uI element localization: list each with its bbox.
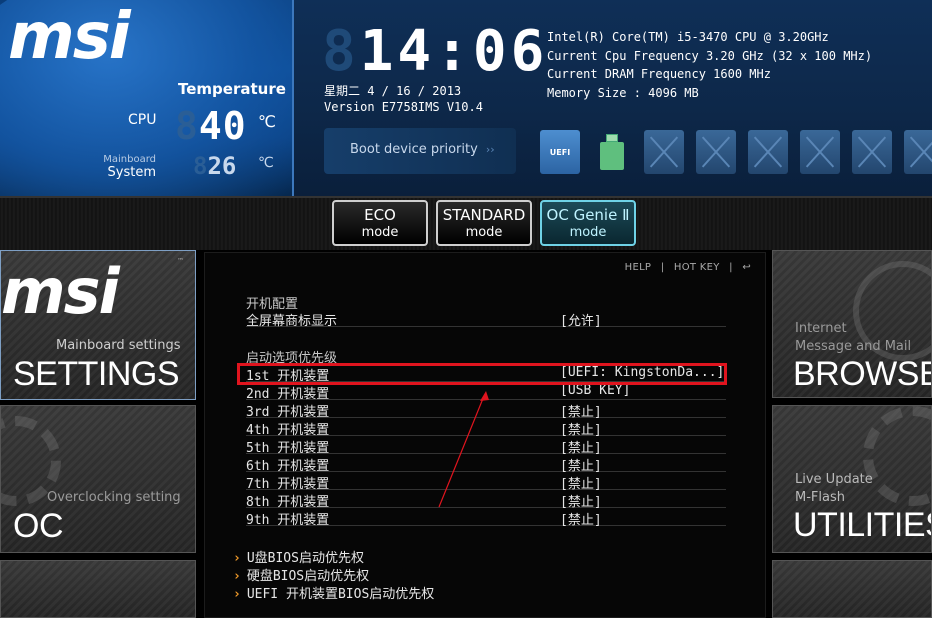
row-label: 6th 开机装置 [246,459,330,474]
help-link[interactable]: HELP [625,262,652,273]
clock-date: 星期二 4 / 16 / 2013 [324,84,462,98]
utilities-subtitle-1: Live Update [795,472,873,487]
boot-device-usb[interactable] [592,130,632,174]
usb-bios-priority-link[interactable]: › U盘BIOS启动优先权 [233,547,364,566]
help-bar: HELP | HOT KEY | ↩ [619,262,751,273]
browser-tile[interactable]: Internet Message and Mail BROWSER [772,250,932,398]
back-icon[interactable]: ↩ [742,262,751,273]
system-temp-value: 826 [193,152,237,180]
boot-device-empty[interactable] [800,130,840,174]
row-label: 全屏幕商标显示 [246,314,338,329]
row-value: [禁止] [560,441,602,456]
standard-mode-button[interactable]: STANDARD mode [436,200,532,246]
boot-device-bar: UEFI [540,130,932,174]
msi-logo: msi [8,0,131,74]
row-value: [USB KEY] [560,383,631,398]
cpu-temp-value: 840 [175,104,247,148]
chevron-right-icon: › [233,551,241,566]
hdd-bios-priority-link[interactable]: › 硬盘BIOS启动优先权 [233,565,369,584]
uefi-bios-priority-link[interactable]: › UEFI 开机装置BIOS启动优先权 [233,583,434,602]
row-label: 4th 开机装置 [246,423,330,438]
row-value: [禁止] [560,423,602,438]
boot-option-row[interactable]: 8th 开机装置 [禁止] [246,491,726,510]
settings-content-panel: HELP | HOT KEY | ↩ 开机配置 全屏幕商标显示 [允许] 启动选… [204,252,766,618]
bottom-right-tile[interactable] [772,560,932,618]
fullscreen-logo-row[interactable]: 全屏幕商标显示 [允许] [246,310,726,329]
system-temp-label: System [107,165,156,180]
cpu-temp-unit: ℃ [258,112,276,131]
row-value: [允许] [560,314,602,329]
boot-device-empty[interactable] [852,130,892,174]
trademark-mark: ™ [177,257,184,265]
row-value: [禁止] [560,405,602,420]
boot-option-row[interactable]: 2nd 开机装置 [USB KEY] [246,383,726,402]
system-temp-unit: ℃ [258,155,274,171]
row-label: 7th 开机装置 [246,477,330,492]
boot-device-empty[interactable] [644,130,684,174]
boot-option-row[interactable]: 5th 开机装置 [禁止] [246,437,726,456]
selection-highlight [237,363,727,385]
browser-subtitle-2: Message and Mail [795,339,912,354]
hotkey-link[interactable]: HOT KEY [674,262,720,273]
cpu-temp-label: CPU [128,112,157,128]
row-value: [禁止] [560,513,602,528]
boot-priority-arrows: ›› [485,143,495,156]
mode-bar: ECO mode STANDARD mode OC Genie Ⅱmode [0,196,932,250]
boot-device-empty[interactable] [748,130,788,174]
chevron-right-icon: › [233,587,241,602]
boot-device-uefi[interactable]: UEFI [540,130,580,174]
system-info: Intel(R) Core(TM) i5-3470 CPU @ 3.20GHz … [547,28,872,102]
oc-genie-mode-button[interactable]: OC Genie Ⅱmode [540,200,636,246]
settings-title: SETTINGS [13,355,180,393]
help-separator: | [729,262,733,273]
browser-title: BROWSER [793,355,931,393]
settings-subtitle: Mainboard settings [56,338,181,353]
bios-version: Version E7758IMS V10.4 [324,100,483,114]
row-label: 2nd 开机装置 [246,387,330,402]
boot-device-empty[interactable] [904,130,932,174]
oc-tile[interactable]: Overclocking setting OC [0,405,196,553]
boot-option-row[interactable]: 6th 开机装置 [禁止] [246,455,726,474]
temperature-title: Temperature [178,80,286,98]
boot-option-row[interactable]: 4th 开机装置 [禁止] [246,419,726,438]
utilities-tile[interactable]: Live Update M-Flash UTILITIES [772,405,932,553]
eco-mode-button[interactable]: ECO mode [332,200,428,246]
cpu-model: Intel(R) Core(TM) i5-3470 CPU @ 3.20GHz [547,30,829,44]
boot-option-row[interactable]: 3rd 开机装置 [禁止] [246,401,726,420]
settings-tile[interactable]: msi ™ Mainboard settings SETTINGS [0,250,196,400]
header-bar: msi Temperature CPU 840 ℃ Mainboard Syst… [0,0,932,196]
utilities-title: UTILITIES [793,506,932,544]
bottom-left-tile[interactable] [0,560,196,618]
chevron-right-icon: › [233,569,241,584]
row-value: [禁止] [560,495,602,510]
oc-subtitle: Overclocking setting [47,490,181,505]
utilities-subtitle-2: M-Flash [795,490,845,505]
cpu-frequency: Current Cpu Frequency 3.20 GHz (32 x 100… [547,48,873,63]
row-value: [禁止] [560,477,602,492]
row-label: 9th 开机装置 [246,513,330,528]
boot-device-empty[interactable] [696,130,736,174]
clock-time: 814:06 [322,19,549,84]
usb-drive-icon [600,134,624,170]
mainboard-temp-label: Mainboard [103,154,156,165]
dram-frequency: Current DRAM Frequency 1600 MHz [547,67,771,81]
boot-option-row[interactable]: 9th 开机装置 [禁止] [246,509,726,528]
row-label: 3rd 开机装置 [246,405,330,420]
boot-priority-label[interactable]: Boot device priority ›› [324,128,516,174]
row-value: [禁止] [560,459,602,474]
memory-size: Memory Size : 4096 MB [547,85,699,100]
msi-logo-side: msi [1,255,120,328]
help-separator: | [660,262,665,273]
row-label: 8th 开机装置 [246,495,330,510]
boot-option-row[interactable]: 7th 开机装置 [禁止] [246,473,726,492]
browser-subtitle-1: Internet [795,321,847,336]
row-label: 5th 开机装置 [246,441,330,456]
oc-title: OC [13,507,64,545]
